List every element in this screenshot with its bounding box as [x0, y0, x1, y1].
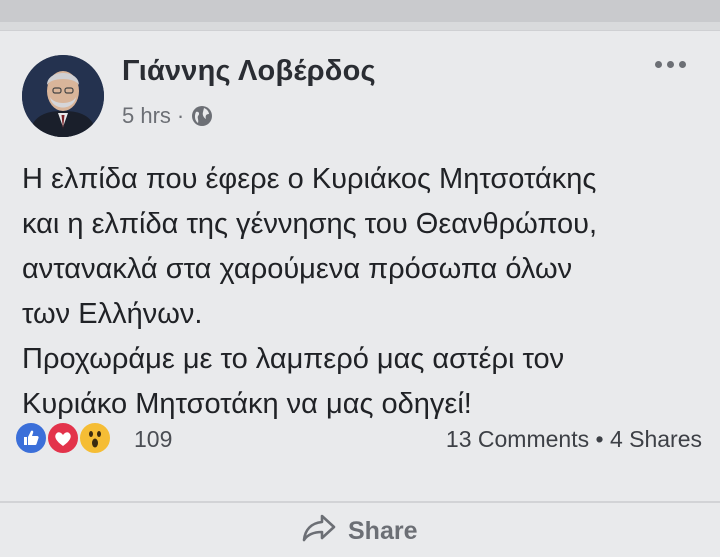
post-text-line: Η ελπίδα που έφερε ο Κυριάκος Μητσοτάκης: [22, 163, 597, 195]
post-text-line: των Ελλήνων.: [22, 298, 203, 330]
share-label: Share: [348, 516, 418, 545]
reaction-icons: [14, 419, 120, 459]
share-button[interactable]: Share: [300, 511, 417, 551]
comments-count-link[interactable]: 13 Comments: [446, 426, 589, 452]
stats-separator: •: [595, 426, 604, 452]
post-text-line: αντανακλά στα χαρούμενα πρόσωπα όλων: [22, 253, 573, 285]
share-arrow-icon: [300, 512, 338, 551]
post-timestamp[interactable]: 5 hrs: [122, 103, 171, 129]
avatar-photo: [22, 55, 104, 137]
post-card: Γιάννης Λοβέρδος 5 hrs · Η ελπίδα που έφ…: [0, 30, 720, 557]
shares-count-link[interactable]: 4 Shares: [610, 426, 702, 452]
engagement-stats: 13 Comments • 4 Shares: [446, 426, 702, 453]
post-text-line: Προχωράμε με το λαμπερό μας αστέρι τον: [22, 343, 565, 375]
reaction-count: 109: [134, 425, 173, 452]
like-icon: [14, 421, 48, 455]
more-horizontal-icon: [655, 61, 662, 68]
post-text-line: και η ελπίδα της γέννησης του Θεανθρώπου…: [22, 208, 598, 240]
author-name[interactable]: Γιάννης Λοβέρδος: [122, 55, 376, 88]
top-bar: [0, 0, 720, 22]
more-horizontal-icon: [667, 61, 674, 68]
post-meta: 5 hrs ·: [122, 103, 214, 129]
post-text: Η ελπίδα που έφερε ο Κυριάκος Μητσοτάκης…: [22, 157, 712, 427]
more-horizontal-icon: [679, 61, 686, 68]
avatar[interactable]: [22, 55, 104, 137]
action-divider: [0, 501, 720, 503]
more-options-button[interactable]: [655, 61, 686, 68]
love-icon: [46, 421, 80, 455]
wow-icon: [78, 421, 112, 455]
reactions-summary[interactable]: 109: [14, 419, 172, 459]
globe-icon: [190, 104, 214, 128]
meta-separator: ·: [176, 103, 185, 128]
